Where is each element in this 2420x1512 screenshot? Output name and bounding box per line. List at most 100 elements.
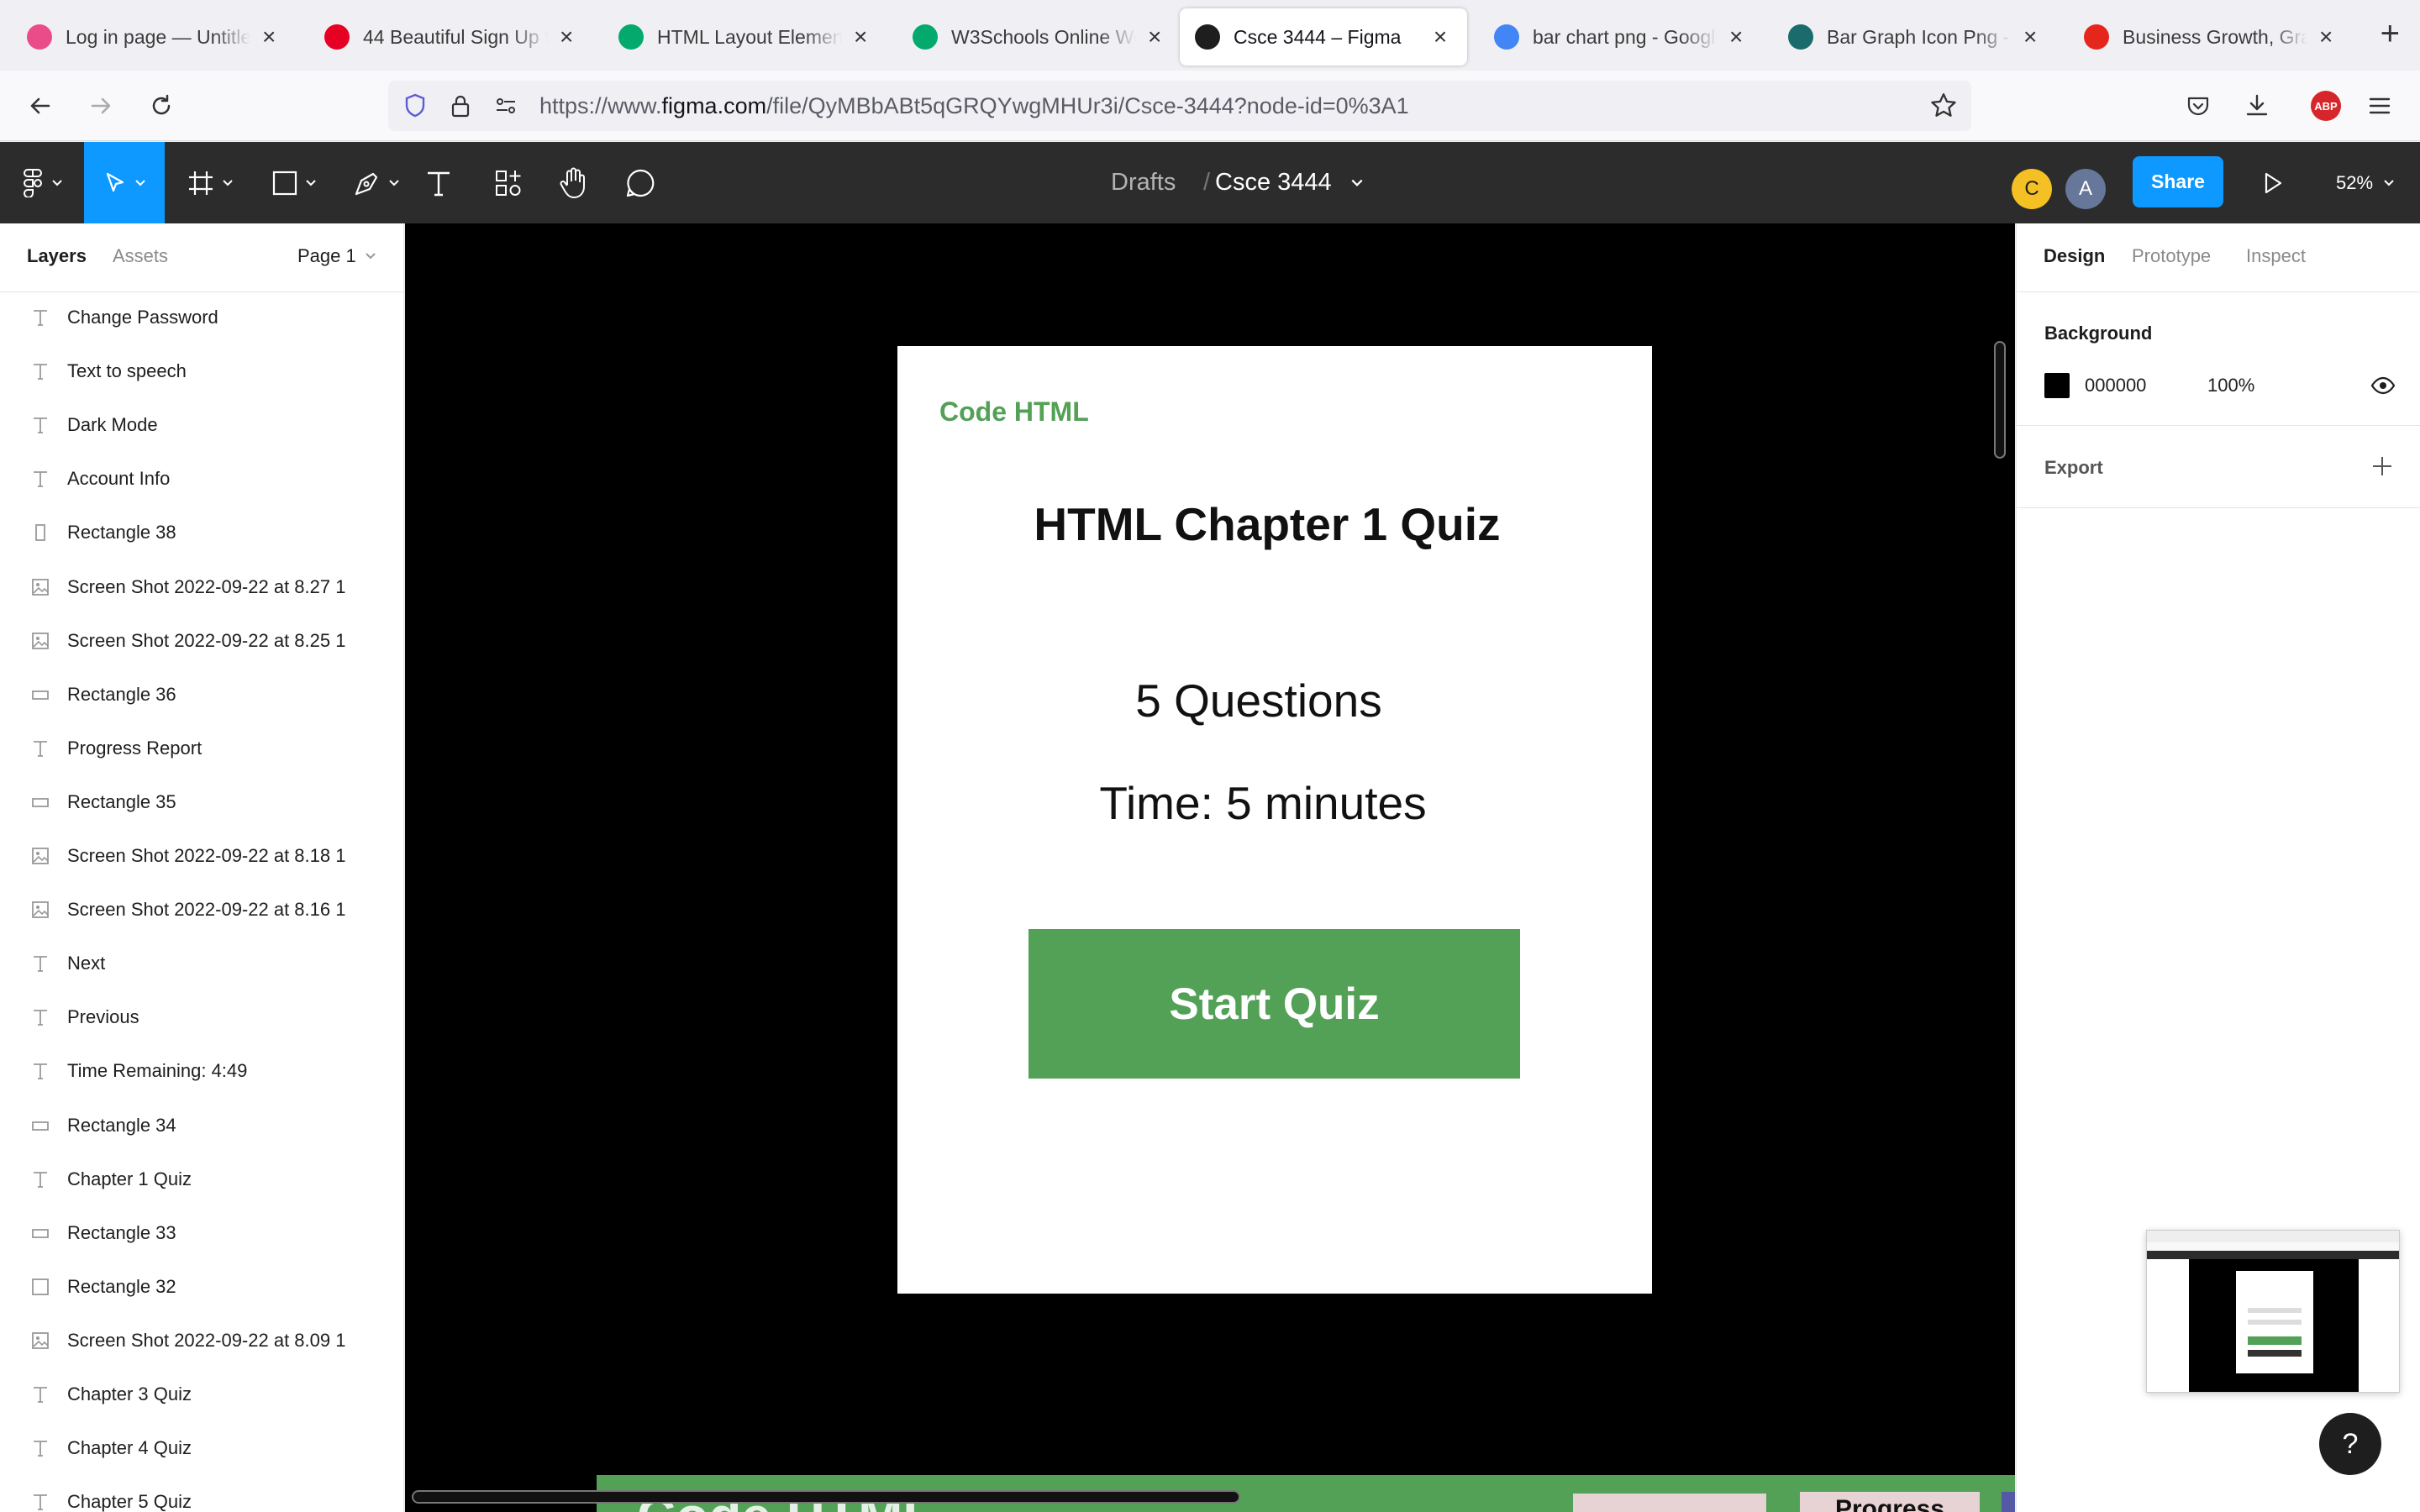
forward-icon[interactable] [81,86,121,126]
layer-row[interactable]: Rectangle 34 [0,1099,403,1152]
browser-tab[interactable]: Bar Graph Icon Png - B × [1773,8,2057,66]
share-button[interactable]: Share [2133,156,2223,207]
shape-tool-button[interactable] [260,142,328,223]
layer-row[interactable]: Dark Mode [0,398,403,452]
layer-row[interactable]: Chapter 1 Quiz [0,1152,403,1206]
move-tool-button[interactable] [84,142,165,223]
url-text[interactable]: https://www.figma.com/file/QyMBbABt5qGRQ… [539,93,1409,119]
browser-tab[interactable]: bar chart png - Google × [1479,8,1763,66]
text-layer-icon [28,1005,53,1030]
layer-row[interactable]: Chapter 4 Quiz [0,1421,403,1475]
vertical-scrollbar[interactable] [1994,341,2006,459]
layer-row[interactable]: Chapter 3 Quiz [0,1368,403,1421]
page-selector[interactable]: Page 1 [297,245,376,267]
text-layer-icon [28,951,53,976]
layer-row[interactable]: Change Password [0,291,403,344]
layer-name: Time Remaining: 4:49 [67,1060,248,1082]
adblock-plus-icon[interactable]: ABP [2311,91,2341,121]
tab-prototype[interactable]: Prototype [2132,245,2211,267]
canvas[interactable]: Code HTML HTML Chapter 1 Quiz 5 Question… [405,223,2015,1512]
layer-row[interactable]: Screen Shot 2022-09-22 at 8.18 1 [0,829,403,883]
comment-tool-button[interactable] [618,142,662,223]
download-icon[interactable] [2237,86,2277,126]
avatar-c[interactable]: C [2012,169,2052,209]
new-tab-icon[interactable]: + [2381,17,2400,50]
lock-icon[interactable] [447,92,474,123]
close-tab-icon[interactable]: × [555,25,578,49]
browser-tab[interactable]: Log in page — Untitled × [12,8,296,66]
reload-icon[interactable] [141,86,182,126]
browser-tab[interactable]: Csce 3444 – Figma × [1180,8,1467,66]
bookmark-star-icon[interactable] [1929,92,1958,124]
layer-row[interactable]: Rectangle 35 [0,775,403,829]
w3schools-icon [913,24,938,50]
layer-row[interactable]: Progress Report [0,722,403,775]
hand-tool-button[interactable] [551,142,597,223]
figma-logo-icon [23,168,42,197]
url-bar[interactable]: https://www.figma.com/file/QyMBbABt5qGRQ… [388,81,1971,131]
avatar-a[interactable]: A [2065,169,2106,209]
browser-tab[interactable]: Business Growth, Grap × [2069,8,2353,66]
pen-tool-button[interactable] [343,142,410,223]
horizontal-scrollbar[interactable] [412,1490,1240,1504]
frame-tool-button[interactable] [176,142,244,223]
tab-design[interactable]: Design [2044,245,2105,267]
layer-name: Dark Mode [67,414,158,436]
close-tab-icon[interactable]: × [1143,25,1166,49]
background-hex-input[interactable]: 000000 [2085,375,2146,396]
text-tool-button[interactable] [420,142,457,223]
start-quiz-button[interactable]: Start Quiz [1028,929,1520,1079]
browser-tab[interactable]: HTML Layout Elements × [603,8,887,66]
close-tab-icon[interactable]: × [2314,25,2338,49]
close-tab-icon[interactable]: × [1428,25,1452,49]
layer-row[interactable]: Account Info [0,452,403,506]
layer-row[interactable]: Text to speech [0,344,403,398]
layer-row[interactable]: Screen Shot 2022-09-22 at 8.27 1 [0,560,403,614]
permissions-icon[interactable] [492,92,519,123]
add-export-icon[interactable] [2370,454,2395,483]
back-icon[interactable] [20,86,60,126]
browser-tab[interactable]: W3Schools Online Web × [897,8,1181,66]
chevron-down-icon [389,179,399,186]
tab-assets[interactable]: Assets [113,245,168,267]
breadcrumb-drafts[interactable]: Drafts [1111,142,1176,223]
layer-row[interactable]: Rectangle 32 [0,1260,403,1314]
main-menu-button[interactable] [12,142,72,223]
file-name[interactable]: Csce 3444 [1215,142,1364,223]
layer-row[interactable]: Next [0,937,403,990]
tab-layers[interactable]: Layers [27,245,87,267]
text-layer-icon [28,466,53,491]
help-button[interactable]: ? [2319,1413,2381,1475]
eye-icon[interactable] [2370,373,2396,402]
background-color-swatch[interactable] [2044,373,2070,398]
rectangle-icon [272,171,297,195]
layer-row[interactable]: Rectangle 36 [0,668,403,722]
layer-row[interactable]: Previous [0,990,403,1044]
close-tab-icon[interactable]: × [257,25,281,49]
layer-row[interactable]: Screen Shot 2022-09-22 at 8.16 1 [0,883,403,937]
cursor-icon [106,172,124,192]
shield-icon[interactable] [402,92,429,123]
close-tab-icon[interactable]: × [849,25,872,49]
pen-icon [355,172,378,195]
tab-inspect[interactable]: Inspect [2246,245,2306,267]
layer-row[interactable]: Rectangle 33 [0,1206,403,1260]
browser-tab[interactable]: 44 Beautiful Sign Up fo × [309,8,593,66]
minimap-thumbnail[interactable] [2146,1230,2400,1393]
layer-row[interactable]: Chapter 5 Quiz [0,1475,403,1512]
resources-button[interactable] [487,142,529,223]
layer-row[interactable]: Rectangle 38 [0,506,403,559]
layer-row[interactable]: Time Remaining: 4:49 [0,1044,403,1098]
close-tab-icon[interactable]: × [2018,25,2042,49]
layer-row[interactable]: Screen Shot 2022-09-22 at 8.25 1 [0,614,403,668]
present-button[interactable] [2252,142,2294,223]
browser-tab-title: Csce 3444 – Figma [1234,25,1402,48]
zoom-dropdown[interactable]: 52% [2336,142,2395,223]
pocket-icon[interactable] [2178,86,2218,126]
browser-tab-title: Bar Graph Icon Png - B [1827,25,2012,48]
background-opacity-input[interactable]: 100% [2207,375,2254,396]
layer-row[interactable]: Screen Shot 2022-09-22 at 8.09 1 [0,1314,403,1368]
close-tab-icon[interactable]: × [1724,25,1748,49]
quiz-start-frame[interactable]: Code HTML HTML Chapter 1 Quiz 5 Question… [897,346,1652,1294]
menu-icon[interactable] [2360,86,2400,126]
